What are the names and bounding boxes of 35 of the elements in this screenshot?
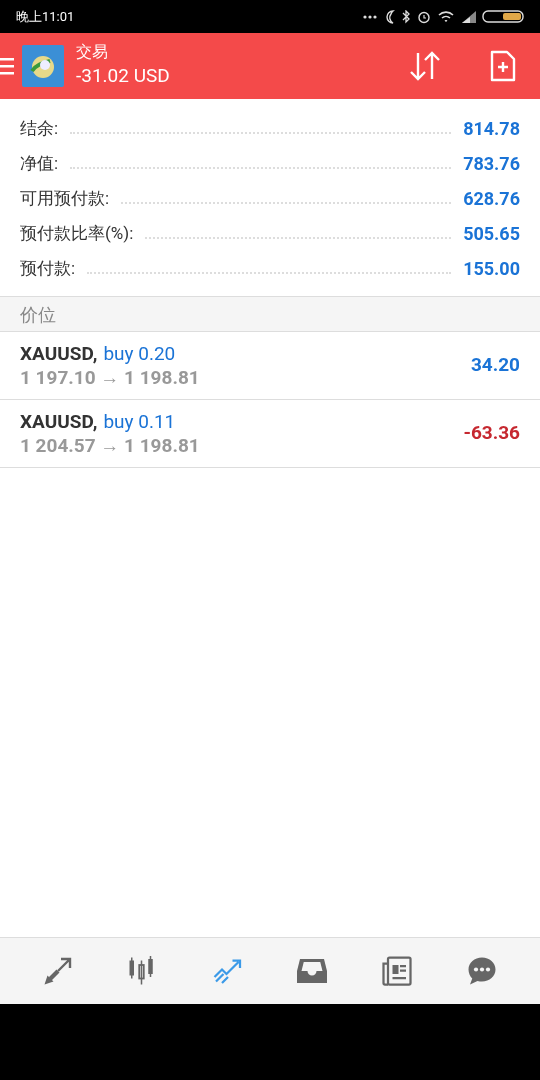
alarm-icon xyxy=(417,9,431,24)
order-text: buy 0.11 xyxy=(103,409,176,434)
summary-value: 155.00 xyxy=(463,257,520,281)
wifi-icon xyxy=(437,10,455,23)
profit-value: 34.20 xyxy=(470,352,520,379)
profit-value: -63.36 xyxy=(463,420,520,447)
summary-label: 预付款: xyxy=(20,256,76,280)
order-text: buy 0.20 xyxy=(103,341,176,366)
summary-value: 814.78 xyxy=(463,117,520,141)
menu-icon[interactable] xyxy=(0,55,14,77)
symbol-text: XAUUSD, xyxy=(20,409,98,434)
sort-icon[interactable] xyxy=(408,50,442,82)
symbol-text: XAUUSD, xyxy=(20,341,98,366)
more-dots-icon xyxy=(362,13,378,20)
price-text: 1 197.10 → 1 198.81 xyxy=(20,365,201,390)
signal-icon xyxy=(461,10,476,23)
bluetooth-icon xyxy=(402,9,411,24)
screen-title: 交易 xyxy=(76,42,109,62)
floating-profit: -31.02 USD xyxy=(76,63,170,89)
summary-value: 628.76 xyxy=(463,187,520,211)
position-row[interactable]: XAUUSD, buy 0.11 1 204.57 → 1 198.81 -63.36 xyxy=(0,400,540,468)
summary-value: 505.65 xyxy=(463,222,520,246)
summary-label: 可用预付款: xyxy=(20,186,110,210)
price-text: 1 204.57 → 1 198.81 xyxy=(20,433,201,458)
summary-label: 预付款比率(%): xyxy=(20,221,134,245)
moon-icon xyxy=(384,9,396,24)
battery-icon xyxy=(482,10,524,23)
app-logo-icon xyxy=(22,45,64,87)
new-order-icon[interactable] xyxy=(490,50,516,82)
status-time: 晚上11:01 xyxy=(16,7,75,26)
summary-value: 783.76 xyxy=(463,152,520,176)
summary-label: 结余: xyxy=(20,116,59,140)
section-header: 价位 xyxy=(0,296,540,332)
summary-label: 净值: xyxy=(20,151,59,175)
position-row[interactable]: XAUUSD, buy 0.20 1 197.10 → 1 198.81 34.20 xyxy=(0,332,540,400)
